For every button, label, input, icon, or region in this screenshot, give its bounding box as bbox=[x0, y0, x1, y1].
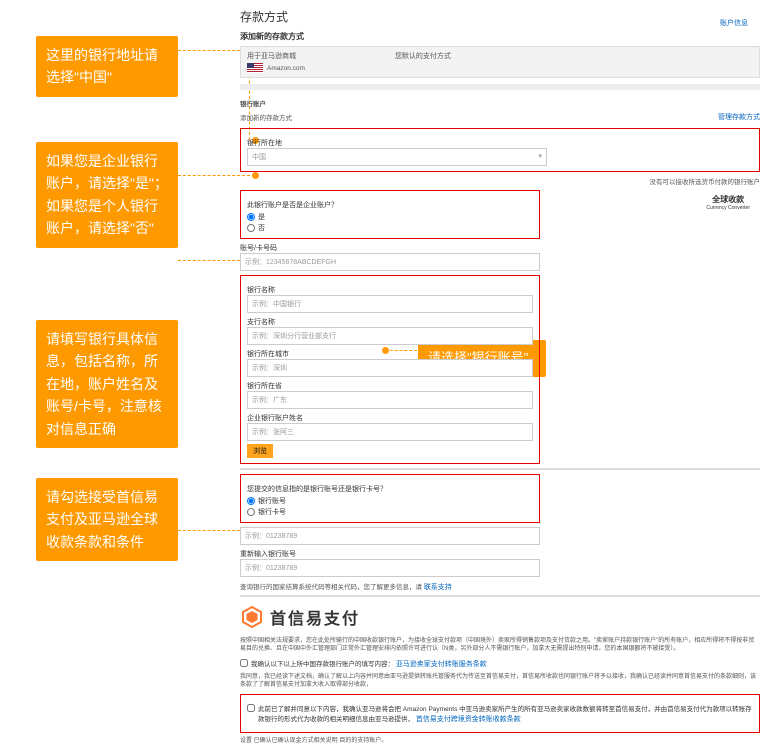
us-flag-icon bbox=[247, 63, 263, 73]
bank-name-input[interactable]: 示例：中国银行 bbox=[247, 295, 533, 313]
radio-bank-card[interactable]: 银行卡号 bbox=[247, 507, 533, 517]
bank-location-value: 中国 bbox=[252, 152, 266, 162]
manage-deposit-link[interactable]: 管理存款方式 bbox=[718, 112, 760, 122]
highlight-enterprise: 此银行账户是否是企业账户？ 是 否 bbox=[240, 190, 540, 239]
store-value: Amazon.com bbox=[267, 65, 305, 72]
account-number-input[interactable]: 示例：12345678ABCDEFGH bbox=[240, 253, 540, 271]
store-row: 用于亚马逊商城 Amazon.com 您默认的支付方式 bbox=[240, 46, 760, 78]
help-text: 查询银行的国家结算系统代码等相关代码，您了解更多信息，请 联系支持 bbox=[240, 581, 760, 592]
highlight-account-type: 您提交的信息指的是银行账号还是银行卡号？ 银行账号 银行卡号 bbox=[240, 474, 540, 523]
bank-name-label: 银行名称 bbox=[247, 285, 533, 295]
bank-location-select[interactable]: 中国 ▾ bbox=[247, 148, 547, 166]
chevron-down-icon: ▾ bbox=[538, 152, 542, 162]
bank-prov-label: 银行所在省 bbox=[247, 381, 533, 391]
divider bbox=[240, 595, 760, 597]
store-label: 用于亚马逊商城 bbox=[247, 51, 305, 61]
amazon-terms-link[interactable]: 亚马逊卖家支付转账服务条款 bbox=[396, 661, 487, 668]
account-number-label: 账号/卡号码 bbox=[240, 243, 760, 253]
holder-input[interactable]: 示例：张阿三 bbox=[247, 423, 533, 441]
callout-bank-details: 请填写银行具体信息，包括名称，所在地，账户姓名及账号/卡号，注意核对信息正确 bbox=[36, 320, 178, 448]
route-label: 您默认的支付方式 bbox=[395, 51, 451, 61]
bank-account-input-2[interactable]: 示例：01238789 bbox=[240, 559, 540, 577]
bank-prov-input[interactable]: 示例：广东 bbox=[247, 391, 533, 409]
highlight-final-terms: 此前已了解并同意以下内容，我确认亚马逊将会把 Amazon Payments 中… bbox=[240, 694, 760, 733]
global-pay-badge: 全球收款 Currency Converter bbox=[706, 194, 750, 211]
branch-label: 支行名称 bbox=[247, 317, 533, 327]
terms-paragraph-1: 按照中国相关法规要求，您在此处所输行的中国收款银行账户，为接收全球支付款项（中国… bbox=[240, 637, 760, 654]
callout-accept-terms: 请勾选接受首信易支付及亚马逊全球收款条款和条件 bbox=[36, 478, 178, 561]
page-title: 存款方式 bbox=[240, 8, 760, 25]
divider bbox=[240, 84, 760, 90]
bank-location-hint: 没有可以接收所选货币付款的银行账户 bbox=[240, 176, 760, 186]
deposit-form: 存款方式 账户信息 添加新的存款方式 用于亚马逊商城 Amazon.com 您默… bbox=[240, 8, 760, 749]
payeco-terms-link[interactable]: 首信易支付跨境资金转账收款条款 bbox=[416, 716, 521, 723]
footer-note: 设置 已确认已确认现金方式相关说明 目的的支持账户。 bbox=[240, 737, 760, 745]
callout-enterprise: 如果您是企业银行账户，请选择"是"；如果您是个人银行账户，请选择"否" bbox=[36, 142, 178, 248]
radio-yes[interactable]: 是 bbox=[247, 212, 533, 222]
payeco-logo-icon bbox=[240, 605, 264, 629]
account-info-link[interactable]: 账户信息 bbox=[720, 18, 748, 28]
terms-separator-text: 我同意，我已经读下述文档，确认了解以上内容并同意由亚马逊提供转账托管服务代为传送… bbox=[240, 673, 760, 690]
bank-sub-title: 添加新的存款方式 bbox=[240, 112, 292, 122]
enterprise-question: 此银行账户是否是企业账户？ bbox=[247, 200, 533, 210]
bank-account-input-1[interactable]: 示例：01238789 bbox=[240, 527, 540, 545]
terms-checkbox-2[interactable] bbox=[247, 704, 255, 712]
contact-support-link[interactable]: 联系支持 bbox=[424, 584, 452, 591]
divider bbox=[240, 468, 760, 470]
bank-section-title: 银行账户 bbox=[240, 98, 266, 108]
callout-bank-location: 这里的银行地址请选择"中国" bbox=[36, 36, 178, 97]
add-method-title: 添加新的存款方式 bbox=[240, 31, 760, 42]
checkbox-row-1: 我确认以下以上所中国存款银行账户的填写内容： 亚马逊卖家支付转账服务条款 bbox=[240, 658, 760, 669]
radio-no[interactable]: 否 bbox=[247, 223, 533, 233]
payeco-brand: 首信易支付 bbox=[240, 605, 760, 629]
holder-label: 企业银行账户姓名 bbox=[247, 413, 533, 423]
reenter-label: 重新输入银行账号 bbox=[240, 549, 760, 559]
highlight-bank-location: 银行所在地 中国 ▾ bbox=[240, 128, 760, 172]
bank-city-input[interactable]: 示例：深圳 bbox=[247, 359, 533, 377]
branch-input[interactable]: 示例：深圳分行营业部支行 bbox=[247, 327, 533, 345]
payeco-name: 首信易支付 bbox=[270, 605, 360, 629]
bank-city-label: 银行所在城市 bbox=[247, 349, 533, 359]
view-button[interactable]: 浏览 bbox=[247, 444, 273, 458]
bank-location-label: 银行所在地 bbox=[247, 138, 753, 148]
highlight-bank-details: 银行名称 示例：中国银行 支行名称 示例：深圳分行营业部支行 银行所在城市 示例… bbox=[240, 275, 540, 464]
radio-bank-account[interactable]: 银行账号 bbox=[247, 496, 533, 506]
terms-checkbox-1[interactable] bbox=[240, 659, 248, 667]
account-type-question: 您提交的信息指的是银行账号还是银行卡号？ bbox=[247, 484, 533, 494]
